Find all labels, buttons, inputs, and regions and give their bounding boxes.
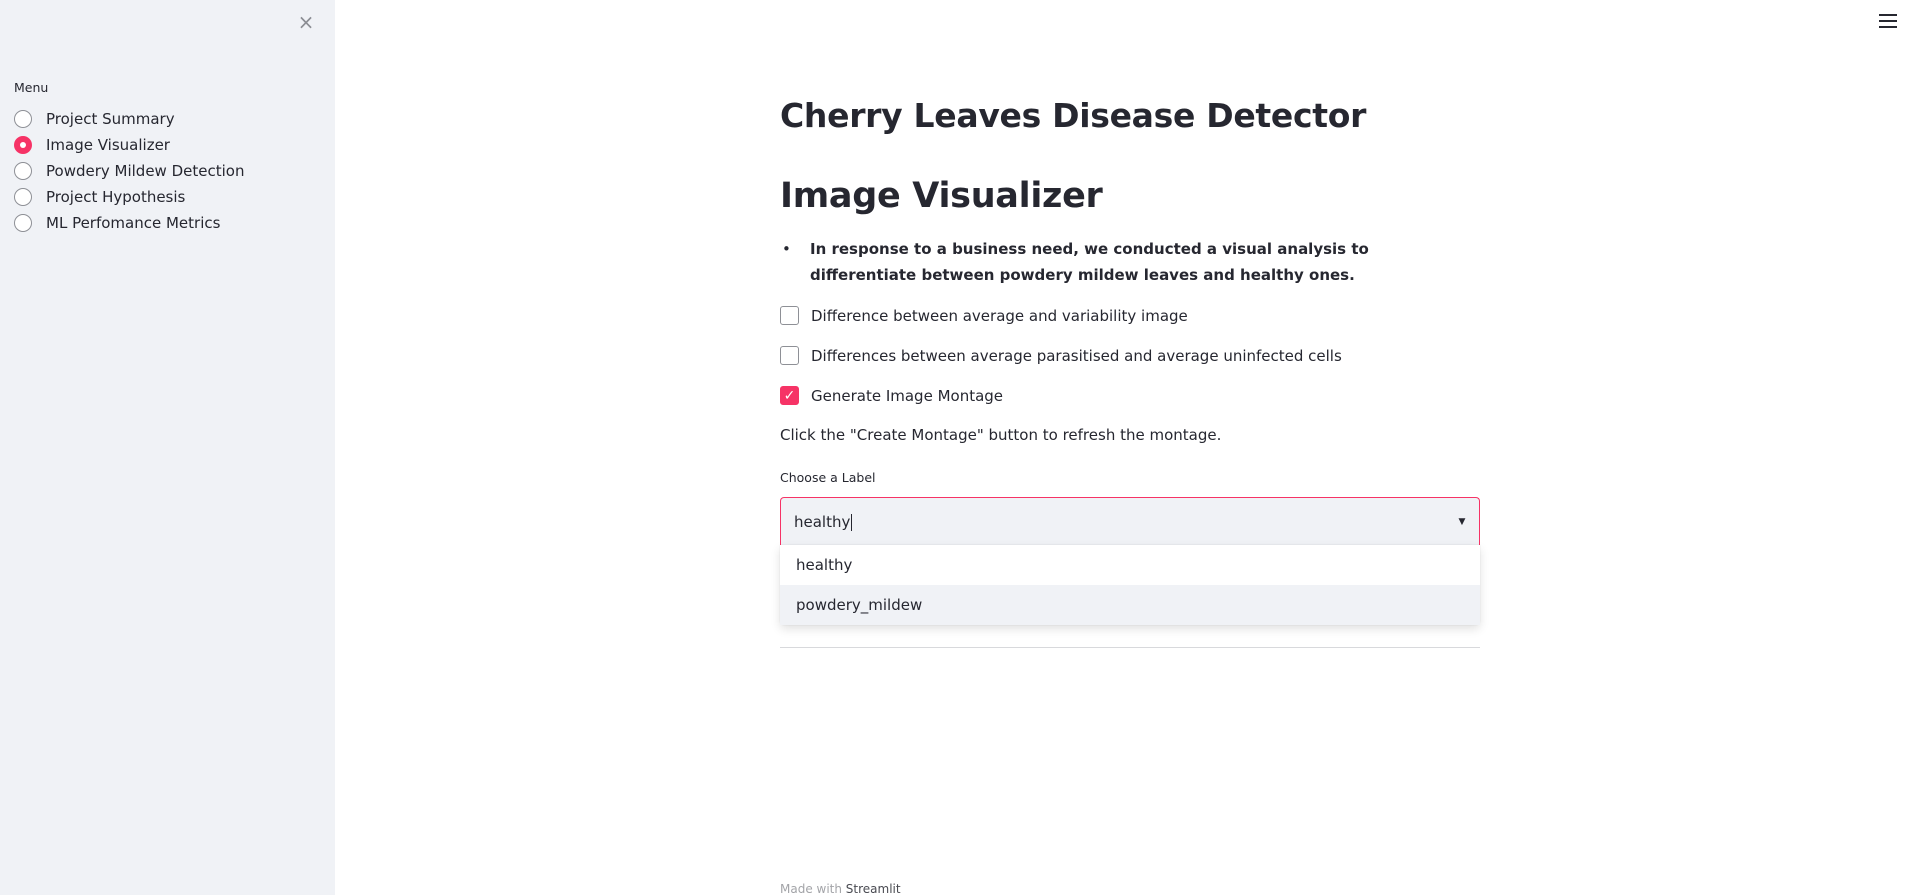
bullet-point: • In response to a business need, we con… [780, 236, 1480, 288]
radio-button[interactable] [14, 188, 32, 206]
radio-label: Project Hypothesis [46, 188, 186, 206]
radio-dot-icon [20, 142, 26, 148]
divider [780, 647, 1480, 648]
page-title: Cherry Leaves Disease Detector [780, 96, 1367, 135]
menu-label: Menu [14, 80, 49, 95]
radio-item-powdery-mildew-detection[interactable]: Powdery Mildew Detection [14, 158, 244, 184]
checkbox-avg-differences[interactable]: Differences between average parasitised … [780, 346, 1342, 365]
radio-button[interactable] [14, 214, 32, 232]
select-label: Choose a Label [780, 470, 876, 485]
check-icon: ✓ [783, 387, 796, 404]
bullet-marker: • [782, 240, 791, 258]
select-input[interactable]: healthy [781, 513, 1445, 531]
radio-label: Image Visualizer [46, 136, 170, 154]
page-subheader: Image Visualizer [780, 176, 1103, 216]
checkbox-box[interactable] [780, 346, 799, 365]
select-dropdown-menu: healthy powdery_mildew [780, 545, 1480, 625]
app-root: × Menu Project Summary Image Visualizer … [0, 0, 1911, 895]
label-select[interactable]: healthy ▼ [780, 497, 1480, 545]
checkbox-image-montage[interactable]: ✓ Generate Image Montage [780, 386, 1003, 405]
sidebar: × Menu Project Summary Image Visualizer … [0, 0, 335, 895]
text-cursor [851, 513, 853, 531]
radio-button[interactable] [14, 110, 32, 128]
select-value-text: healthy [794, 512, 851, 531]
radio-item-project-hypothesis[interactable]: Project Hypothesis [14, 184, 244, 210]
radio-item-image-visualizer[interactable]: Image Visualizer [14, 132, 244, 158]
footer-prefix: Made with [780, 882, 846, 895]
radio-item-ml-performance-metrics[interactable]: ML Perfomance Metrics [14, 210, 244, 236]
radio-item-project-summary[interactable]: Project Summary [14, 106, 244, 132]
checkbox-label: Generate Image Montage [811, 386, 1004, 405]
radio-button-selected[interactable] [14, 136, 32, 154]
checkbox-box[interactable] [780, 306, 799, 325]
chevron-down-icon[interactable]: ▼ [1445, 517, 1479, 527]
dropdown-option-healthy[interactable]: healthy [780, 545, 1480, 585]
bullet-text: In response to a business need, we condu… [810, 240, 1369, 284]
radio-label: ML Perfomance Metrics [46, 214, 221, 232]
info-text: Click the "Create Montage" button to ref… [780, 426, 1222, 444]
dropdown-option-powdery-mildew[interactable]: powdery_mildew [780, 585, 1480, 625]
radio-button[interactable] [14, 162, 32, 180]
checkbox-label: Difference between average and variabili… [811, 306, 1188, 325]
close-icon[interactable]: × [296, 12, 316, 32]
menu-radio-group: Project Summary Image Visualizer Powdery… [14, 106, 244, 236]
radio-label: Powdery Mildew Detection [46, 162, 245, 180]
footer: Made with Streamlit [780, 882, 901, 895]
hamburger-menu-icon[interactable] [1879, 14, 1897, 32]
checkbox-box-checked[interactable]: ✓ [780, 386, 799, 405]
radio-label: Project Summary [46, 110, 175, 128]
footer-brand-link[interactable]: Streamlit [846, 882, 901, 895]
checkbox-avg-variability[interactable]: Difference between average and variabili… [780, 306, 1188, 325]
checkbox-label: Differences between average parasitised … [811, 346, 1342, 365]
